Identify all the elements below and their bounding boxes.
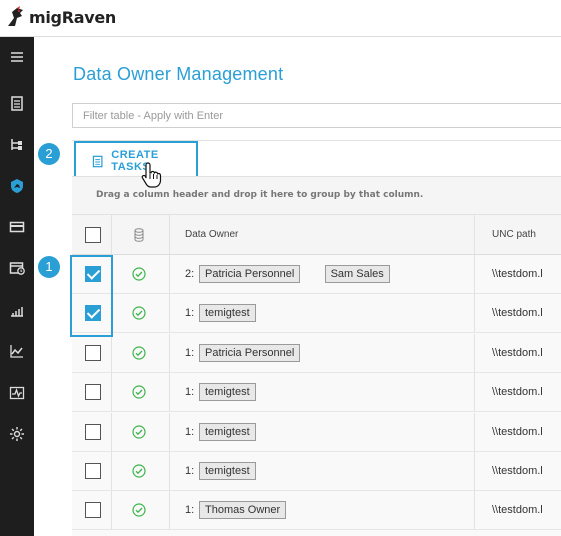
app-root: migRaven Data Owner Management Filter ta… [0,0,561,536]
unc-path-cell: \\testdom.l [492,386,543,399]
table-row[interactable]: 1: Patricia Personnel \\testdom.l [72,333,561,373]
owner-count: 1: [185,307,195,320]
callout-1: 1 [38,256,60,278]
calendar-clock-icon[interactable] [0,253,34,283]
status-ok-icon [132,464,146,478]
owner-count: 1: [185,504,195,517]
table-row[interactable]: 2: Patricia Personnel Sam Sales \\testdom.l [72,255,561,294]
main-content: Data Owner Management Filter table - App… [34,37,561,536]
tree-icon[interactable] [0,130,34,160]
owner-tag[interactable]: Patricia Personnel [199,343,301,362]
unc-path-cell: \\testdom.l [492,465,543,477]
create-tasks-button[interactable]: CREATE TASKS [74,141,198,181]
menu-icon[interactable] [0,42,34,72]
status-ok-icon [132,267,146,281]
gear-icon[interactable] [0,419,34,449]
sidebar [0,37,34,536]
owner-tag[interactable]: temigtest [199,422,256,441]
column-header-unc-path[interactable]: UNC path [492,229,536,240]
owner-tag[interactable]: Sam Sales [324,265,390,283]
owner-count: 1: [185,346,195,359]
line-chart-icon[interactable] [0,336,34,366]
filter-input[interactable]: Filter table - Apply with Enter [72,103,561,128]
table-row[interactable]: 1: temigtest \\testdom.l [72,412,561,452]
clipboard-icon[interactable] [0,88,34,118]
card-icon[interactable] [0,212,34,242]
top-bar: migRaven [0,0,561,37]
owner-tag[interactable]: temigtest [199,304,256,323]
table-row[interactable]: 1: Thomas Owner \\testdom.l [72,491,561,531]
status-ok-icon [132,424,146,439]
data-owner-table: Drag a column header and drop it here to… [72,176,561,536]
owner-count: 1: [185,386,195,399]
pulse-icon[interactable] [0,378,34,408]
row-checkbox[interactable] [85,502,101,519]
unc-path-cell: \\testdom.l [492,346,543,359]
row-checkbox[interactable] [85,463,101,479]
status-ok-icon [132,306,146,320]
unc-path-cell: \\testdom.l [492,425,543,438]
row-checkbox[interactable] [85,384,101,401]
owner-tag[interactable]: temigtest [199,383,256,402]
row-checkbox[interactable] [85,344,101,361]
table-header: Data Owner UNC path [72,215,561,255]
bar-chart-icon[interactable] [0,295,34,325]
owner-tag[interactable]: Patricia Personnel [199,265,301,283]
callout-2: 2 [38,143,60,165]
selection-highlight [70,255,113,337]
owner-tag[interactable]: temigtest [199,462,256,480]
status-ok-icon [132,503,146,517]
raven-logo-icon [8,6,23,26]
page-title: Data Owner Management [73,64,284,84]
row-checkbox[interactable] [85,423,101,440]
clipboard-icon [92,155,103,167]
select-all-checkbox[interactable] [85,226,101,243]
hand-cursor-icon [141,162,162,188]
owner-count: 2: [185,268,195,280]
owner-count: 1: [185,465,195,477]
database-icon [134,228,144,242]
logo-text: migRaven [29,7,116,27]
logo[interactable]: migRaven [6,6,116,28]
status-ok-icon [132,346,146,360]
status-ok-icon [132,385,146,399]
owner-count: 1: [185,425,195,438]
raven-shield-icon[interactable] [0,171,34,201]
table-row[interactable]: 1: temigtest \\testdom.l [72,294,561,334]
unc-path-cell: \\testdom.l [492,307,543,320]
unc-path-cell: \\testdom.l [492,504,543,517]
table-row[interactable]: 1: temigtest \\testdom.l [72,452,561,491]
table-row[interactable]: 1: temigtest \\testdom.l [72,373,561,413]
column-header-data-owner[interactable]: Data Owner [185,229,238,240]
unc-path-cell: \\testdom.l [492,268,543,280]
owner-tag[interactable]: Thomas Owner [199,501,287,520]
